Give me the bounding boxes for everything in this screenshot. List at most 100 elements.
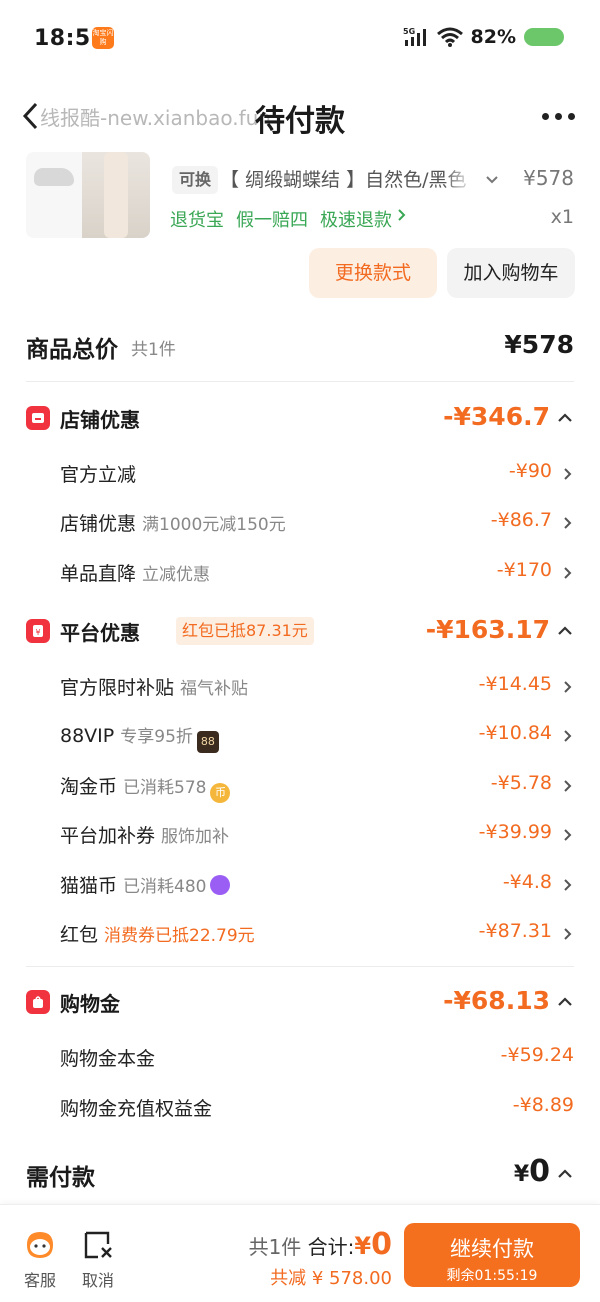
status-indicators: 5G 82% [403, 26, 564, 48]
product-variant[interactable]: 【 绸缎蝴蝶结 】自然色/黑色 [220, 166, 474, 194]
credit-item: 购物金充值权益金 -¥8.89 [60, 1094, 574, 1120]
section-title: 购物金 [60, 992, 120, 1016]
discount-item[interactable]: 红包 消费券已抵22.79元 -¥87.31 [60, 920, 574, 950]
discount-item[interactable]: 平台加补券 服饰加补 -¥39.99 [60, 821, 574, 851]
chevron-right-icon [562, 778, 574, 800]
credit-amount: -¥59.24 [500, 1044, 574, 1066]
section-amount: -¥346.7 [443, 402, 550, 431]
shopping-credit-header[interactable]: 购物金 -¥68.13 [26, 986, 574, 1022]
total-amount: 0 [371, 1227, 392, 1262]
discount-amount: -¥170 [496, 559, 552, 581]
discount-amount: -¥4.8 [502, 871, 552, 893]
section-title: 平台优惠 [60, 621, 140, 645]
customer-service-icon [27, 1232, 53, 1258]
discount-item[interactable]: 官方立减 -¥90 [60, 460, 574, 490]
platform-discount-header[interactable]: ¥ 平台优惠 红包已抵87.31元 -¥163.17 [26, 615, 574, 651]
red-packet-tag: 红包已抵87.31元 [176, 617, 314, 645]
service-tag: 退货宝 [170, 210, 224, 231]
chevron-right-icon [562, 827, 574, 849]
total-saved: 共减 ¥ 578.00 [270, 1268, 392, 1289]
more-icon[interactable] [542, 102, 578, 130]
cancel-order-icon [84, 1231, 112, 1259]
discount-item[interactable]: 88VIP 专享95折 88 -¥10.84 [60, 722, 574, 753]
discount-amount: -¥86.7 [490, 509, 552, 531]
discount-amount: -¥10.84 [478, 722, 552, 744]
chevron-up-icon[interactable] [556, 410, 574, 430]
divider [26, 381, 574, 382]
chevron-right-icon [562, 926, 574, 948]
product-card: 可换 【 绸缎蝴蝶结 】自然色/黑色 ¥578 退货宝 假一赔四 极速退款 x1 [26, 152, 574, 242]
chevron-right-icon [562, 466, 574, 488]
total-currency: ¥ [354, 1232, 372, 1260]
service-tag: 极速退款 [320, 210, 392, 231]
section-amount: -¥68.13 [443, 986, 550, 1015]
total-label: 合计: [307, 1235, 355, 1259]
credit-item: 购物金本金 -¥59.24 [60, 1044, 574, 1070]
goods-total-label: 商品总价 [26, 337, 118, 363]
discount-amount: -¥5.78 [490, 772, 552, 794]
discount-item[interactable]: 猫猫币 已消耗480 -¥4.8 [60, 871, 574, 901]
gold-coin-icon: 币 [210, 783, 231, 803]
discount-item[interactable]: 淘金币 已消耗578 币 -¥5.78 [60, 772, 574, 803]
discount-item[interactable]: 官方限时补贴 福气补贴 -¥14.45 [60, 673, 574, 703]
status-bar: 18:56 淘宝闪购 5G 82% [0, 0, 600, 78]
change-style-button[interactable]: 更换款式 [309, 248, 437, 298]
product-thumbnail[interactable] [26, 152, 150, 238]
service-tags[interactable]: 退货宝 假一赔四 极速退款 [170, 206, 408, 232]
item-count: 共1件 [248, 1235, 302, 1259]
chevron-right-icon [396, 206, 408, 232]
divider [26, 966, 574, 967]
product-price: ¥578 [523, 166, 574, 190]
payable-amount: ¥0 [513, 1154, 550, 1189]
chevron-right-icon [562, 877, 574, 899]
signal-icon: 5G [403, 26, 429, 48]
order-summary: 共1件 合计:¥0 共减 ¥ 578.00 [249, 1227, 392, 1290]
chevron-right-icon [562, 728, 574, 750]
chevron-up-icon[interactable] [556, 1166, 574, 1186]
battery-icon [524, 28, 564, 46]
payable-row[interactable]: 需付款 ¥0 [26, 1154, 574, 1194]
wifi-icon [436, 27, 463, 47]
pay-countdown: 剩余01:55:19 [446, 1268, 538, 1284]
continue-pay-button[interactable]: 继续付款 剩余01:55:19 [404, 1223, 580, 1287]
discount-amount: -¥14.45 [478, 673, 552, 695]
discount-item[interactable]: 单品直降 立减优惠 -¥170 [60, 559, 574, 589]
pay-button-label: 继续付款 [450, 1237, 534, 1261]
discount-amount: -¥39.99 [478, 821, 552, 843]
section-title: 店铺优惠 [60, 408, 140, 432]
product-quantity: x1 [550, 206, 574, 228]
customer-service-label: 客服 [23, 1271, 56, 1290]
nav-bar: 线报酷-new.xianbao.fun 待付款 [0, 88, 600, 144]
taobao-app-icon: 淘宝闪购 [92, 27, 114, 49]
shopping-bag-icon [26, 990, 50, 1014]
add-to-cart-button[interactable]: 加入购物车 [447, 248, 575, 298]
chevron-right-icon [562, 679, 574, 701]
battery-percent: 82% [470, 26, 516, 48]
credit-amount: -¥8.89 [512, 1094, 574, 1116]
page-title: 待付款 [255, 104, 345, 139]
chevron-right-icon [562, 515, 574, 537]
goods-total-price: ¥578 [504, 330, 574, 359]
chevron-up-icon[interactable] [556, 994, 574, 1014]
discount-amount: -¥87.31 [478, 920, 552, 942]
section-amount: -¥163.17 [425, 615, 550, 644]
bottom-bar: 客服 取消 共1件 合计:¥0 共减 ¥ 578.00 继续付款 剩余01:55… [0, 1204, 600, 1302]
cancel-button[interactable]: 取消 [78, 1229, 118, 1291]
payable-label: 需付款 [26, 1165, 95, 1191]
customer-service-button[interactable]: 客服 [20, 1229, 60, 1291]
exchange-tag: 可换 [172, 166, 219, 194]
svg-text:¥: ¥ [35, 628, 40, 637]
cat-coin-icon [210, 875, 231, 895]
goods-count: 共1件 [131, 340, 176, 360]
discount-item[interactable]: 店铺优惠 满1000元减150元 -¥86.7 [60, 509, 574, 539]
discount-amount: -¥90 [508, 460, 552, 482]
shop-discount-header[interactable]: 店铺优惠 -¥346.7 [26, 402, 574, 438]
shop-icon [26, 406, 50, 430]
cancel-label: 取消 [81, 1271, 114, 1290]
coupon-icon: ¥ [26, 619, 50, 643]
network-label: 5G [403, 27, 415, 36]
chevron-right-icon [562, 565, 574, 587]
service-tag: 假一赔四 [236, 210, 308, 231]
chevron-down-icon[interactable] [484, 172, 500, 192]
chevron-up-icon[interactable] [556, 623, 574, 643]
